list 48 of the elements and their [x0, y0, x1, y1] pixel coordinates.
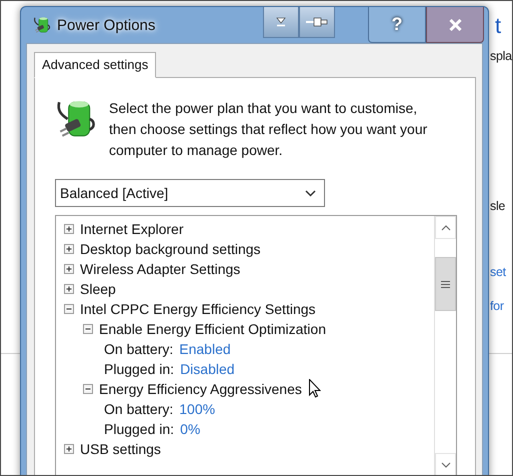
dropdown-pin-button[interactable]: [263, 7, 299, 38]
chevron-up-icon: [440, 224, 450, 230]
setting-value-link[interactable]: 100%: [179, 401, 216, 417]
plug-icon: [306, 17, 328, 27]
scroll-up-button[interactable]: [435, 216, 456, 239]
plug-button[interactable]: [299, 7, 335, 38]
chevron-down-icon: [305, 190, 316, 196]
expand-icon[interactable]: [64, 284, 74, 294]
tree-item[interactable]: Sleep: [80, 281, 116, 297]
grip-icon: [441, 280, 450, 288]
caret-icon: [276, 17, 286, 27]
close-icon: [448, 18, 462, 30]
tree-item[interactable]: Wireless Adapter Settings: [80, 261, 240, 277]
tab[interactable]: Advanced settings: [34, 52, 156, 78]
setting-label: Plugged in:: [104, 361, 174, 377]
setting-value-link[interactable]: 0%: [180, 421, 200, 437]
page-text: sle: [490, 199, 506, 213]
expand-icon[interactable]: [64, 224, 74, 234]
setting-value-link[interactable]: Enabled: [179, 341, 231, 357]
mouse-cursor-icon: [309, 379, 321, 398]
page-text: spla: [490, 49, 512, 63]
close-button[interactable]: [426, 7, 484, 43]
link[interactable]: set: [490, 265, 506, 279]
expand-icon[interactable]: [64, 244, 74, 254]
setting-label: On battery:: [104, 401, 174, 417]
plan-dropdown[interactable]: Balanced [Active]: [55, 179, 325, 207]
chevron-down-icon: [440, 462, 450, 468]
scroll-down-button[interactable]: [435, 453, 456, 475]
setting-value-link[interactable]: Disabled: [180, 361, 235, 377]
tree-item[interactable]: USB settings: [80, 441, 161, 457]
collapse-icon[interactable]: [83, 324, 93, 334]
battery-plug-icon: [33, 16, 51, 34]
collapse-icon[interactable]: [83, 384, 93, 394]
collapse-icon[interactable]: [64, 304, 74, 314]
setting-label: Plugged in:: [104, 421, 174, 437]
expand-icon[interactable]: [64, 444, 74, 454]
expand-icon[interactable]: [64, 264, 74, 274]
scroll-thumb[interactable]: [435, 257, 456, 311]
tree-item[interactable]: Enable Energy Efficient Optimization: [99, 321, 326, 337]
tree-item[interactable]: Internet Explorer: [80, 221, 184, 237]
page-heading: t: [495, 13, 502, 39]
tree-item[interactable]: Intel CPPC Energy Efficiency Settings: [80, 301, 316, 317]
link[interactable]: for: [490, 299, 504, 313]
description-text: Select the power plan that you want to customise, then choose settings that reflect how you want your computer to manage power.: [109, 99, 428, 160]
window-title: Power Options: [57, 16, 156, 34]
tree-item[interactable]: Desktop background settings: [80, 241, 261, 257]
tree-item[interactable]: Energy Efficiency Aggressivenes: [99, 381, 302, 397]
setting-label: On battery:: [104, 341, 174, 357]
